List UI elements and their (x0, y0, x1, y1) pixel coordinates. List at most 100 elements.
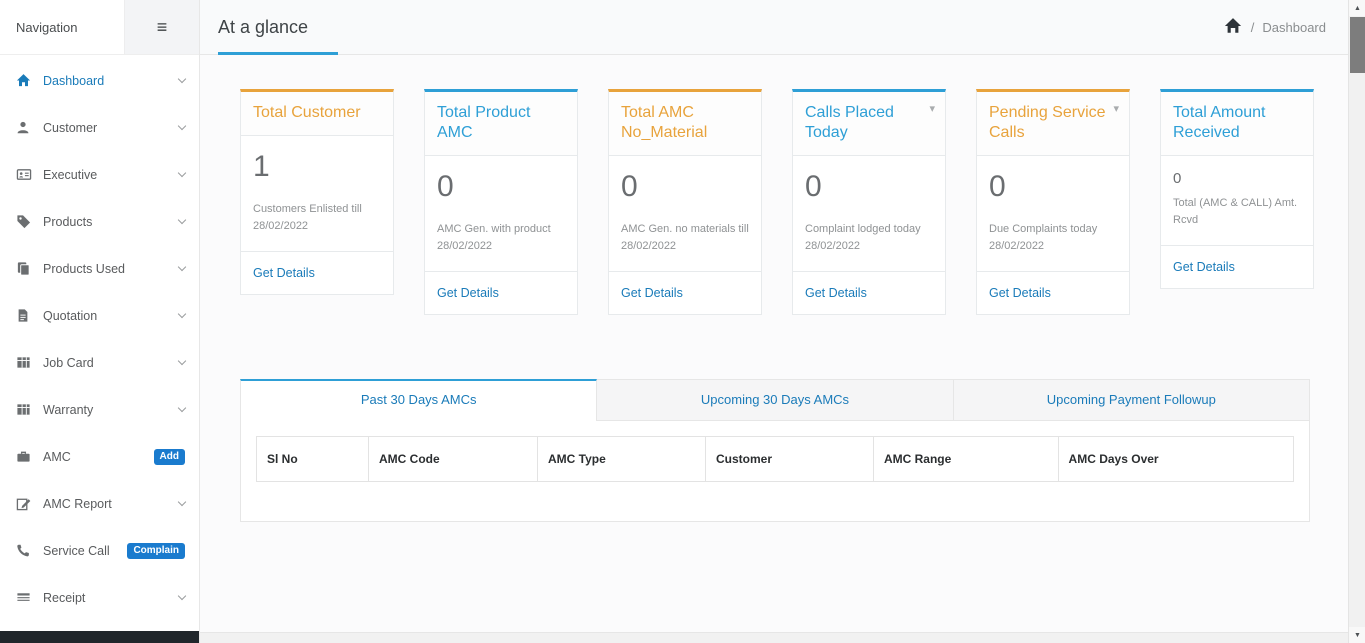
card-title: Total Product AMC (425, 92, 577, 156)
sidebar-item-warranty[interactable]: Warranty (0, 386, 199, 433)
scrollbar-thumb[interactable] (1350, 17, 1365, 73)
tab-upcoming-payment-followup[interactable]: Upcoming Payment Followup (954, 379, 1310, 421)
sidebar-header: Navigation ≡ (0, 0, 199, 55)
card-value: 0 (805, 170, 933, 204)
sidebar-item-label: AMC Report (43, 497, 179, 511)
sidebar-item-job-card[interactable]: Job Card (0, 339, 199, 386)
tab-upcoming-30-days-amcs[interactable]: Upcoming 30 Days AMCs (597, 379, 953, 421)
sidebar-title: Navigation (0, 0, 125, 54)
breadcrumb-separator: / (1251, 20, 1255, 35)
chevron-down-icon (178, 168, 186, 176)
chevron-down-icon (178, 74, 186, 82)
scroll-up-arrow-icon[interactable]: ▲ (1349, 0, 1365, 16)
sidebar-item-label: Receipt (43, 591, 179, 605)
get-details-link[interactable]: Get Details (437, 286, 499, 300)
main-area: At a glance / Dashboard Total Customer 1… (200, 0, 1348, 643)
column-amc-code: AMC Code (368, 437, 537, 482)
amc-panel: Past 30 Days AMCs Upcoming 30 Days AMCs … (240, 379, 1310, 522)
sidebar-item-executive[interactable]: Executive (0, 151, 199, 198)
id-card-icon (16, 167, 32, 183)
table-empty-area (256, 482, 1294, 496)
phone-icon (16, 543, 32, 559)
card-description: Customers Enlisted till 28/02/2022 (253, 201, 381, 235)
column-sl-no: Sl No (257, 437, 369, 482)
chevron-down-icon (178, 121, 186, 129)
column-amc-range: AMC Range (873, 437, 1058, 482)
document-icon (16, 308, 32, 324)
sidebar-item-label: Dashboard (43, 74, 179, 88)
sidebar-item-customer[interactable]: Customer (0, 104, 199, 151)
chevron-down-icon (178, 309, 186, 317)
card-value: 0 (621, 170, 749, 204)
sidebar-item-quotation[interactable]: Quotation (0, 292, 199, 339)
card-value: 0 (437, 170, 565, 204)
stat-cards: Total Customer 1 Customers Enlisted till… (240, 89, 1348, 315)
chevron-down-icon (178, 591, 186, 599)
add-badge[interactable]: Add (154, 449, 185, 465)
chevron-down-icon (178, 215, 186, 223)
app-window: Navigation ≡ Dashboard Customer Executiv… (0, 0, 1348, 643)
card-title: Total Customer (241, 92, 393, 136)
card-description: Complaint lodged today 28/02/2022 (805, 221, 933, 255)
card-title: Pending Service Calls ▾ (977, 92, 1129, 156)
page-title: At a glance (218, 17, 308, 38)
sidebar-item-amc[interactable]: AMC Add (0, 433, 199, 480)
get-details-link[interactable]: Get Details (989, 286, 1051, 300)
sidebar-item-label: Warranty (43, 403, 179, 417)
breadcrumb: / Dashboard (1223, 17, 1326, 38)
sidebar-item-label: Job Card (43, 356, 179, 370)
home-icon[interactable] (1223, 17, 1243, 38)
card-title: Total Amount Received (1161, 92, 1313, 156)
hamburger-menu-icon[interactable]: ≡ (125, 0, 199, 54)
column-amc-days-over: AMC Days Over (1058, 437, 1293, 482)
card-pending-service-calls: Pending Service Calls ▾ 0 Due Complaints… (976, 89, 1130, 315)
sidebar-item-label: Customer (43, 121, 179, 135)
chevron-down-icon (178, 262, 186, 270)
get-details-link[interactable]: Get Details (805, 286, 867, 300)
sidebar-item-label: Products Used (43, 262, 179, 276)
complain-badge[interactable]: Complain (127, 543, 185, 559)
sidebar-item-dashboard[interactable]: Dashboard (0, 57, 199, 104)
vertical-scrollbar[interactable]: ▲ ▼ (1348, 0, 1365, 643)
content: Total Customer 1 Customers Enlisted till… (200, 55, 1348, 643)
sidebar: Navigation ≡ Dashboard Customer Executiv… (0, 0, 200, 643)
sidebar-item-receipt[interactable]: Receipt (0, 574, 199, 621)
card-calls-placed-today: Calls Placed Today ▾ 0 Complaint lodged … (792, 89, 946, 315)
table-icon (16, 355, 32, 371)
sidebar-item-service-call[interactable]: Service Call Complain (0, 527, 199, 574)
sidebar-item-label: Executive (43, 168, 179, 182)
tag-icon (16, 214, 32, 230)
sidebar-item-label: Service Call (43, 544, 127, 558)
scroll-down-arrow-icon[interactable]: ▼ (1349, 627, 1365, 643)
column-amc-type: AMC Type (538, 437, 706, 482)
sidebar-item-products-used[interactable]: Products Used (0, 245, 199, 292)
top-bar: At a glance / Dashboard (200, 0, 1348, 55)
dropdown-caret-icon[interactable]: ▾ (1113, 103, 1119, 117)
card-total-customer: Total Customer 1 Customers Enlisted till… (240, 89, 394, 295)
table-icon (16, 402, 32, 418)
sidebar-item-label: AMC (43, 450, 154, 464)
tab-panel-body: Sl No AMC Code AMC Type Customer AMC Ran… (240, 421, 1310, 522)
card-value: 0 (989, 170, 1117, 204)
sidebar-item-products[interactable]: Products (0, 198, 199, 245)
get-details-link[interactable]: Get Details (253, 266, 315, 280)
sidebar-item-amc-report[interactable]: AMC Report (0, 480, 199, 527)
card-total-amc-no-material: Total AMC No_Material 0 AMC Gen. no mate… (608, 89, 762, 315)
sidebar-menu: Dashboard Customer Executive Products (0, 55, 199, 621)
sidebar-item-label: Quotation (43, 309, 179, 323)
edit-icon (16, 496, 32, 512)
card-value: 1 (253, 150, 381, 184)
chevron-down-icon (178, 403, 186, 411)
chevron-down-icon (178, 356, 186, 364)
card-title: Total AMC No_Material (609, 92, 761, 156)
dropdown-caret-icon[interactable]: ▾ (929, 103, 935, 117)
get-details-link[interactable]: Get Details (1173, 260, 1235, 274)
card-total-amount-received: Total Amount Received 0 Total (AMC & CAL… (1160, 89, 1314, 289)
horizontal-scrollbar[interactable] (200, 632, 1348, 643)
column-customer: Customer (705, 437, 873, 482)
breadcrumb-current: Dashboard (1262, 20, 1326, 35)
tab-past-30-days-amcs[interactable]: Past 30 Days AMCs (240, 379, 597, 421)
get-details-link[interactable]: Get Details (621, 286, 683, 300)
chevron-down-icon (178, 497, 186, 505)
briefcase-icon (16, 449, 32, 465)
